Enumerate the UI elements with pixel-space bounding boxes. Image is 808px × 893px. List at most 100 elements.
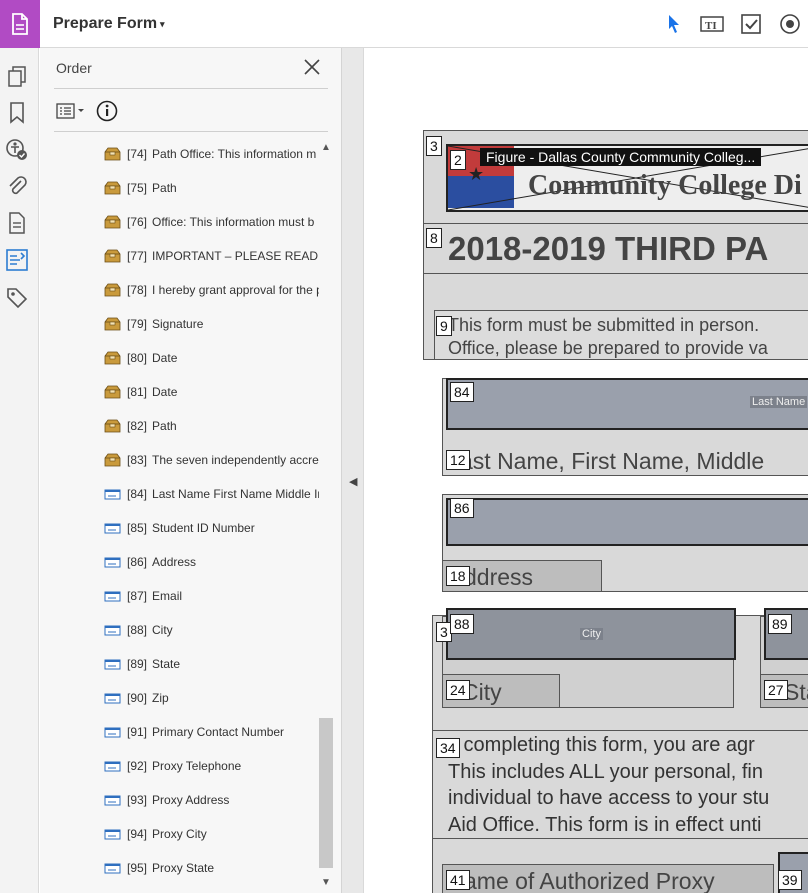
page-thumbnails-icon[interactable] xyxy=(5,65,29,89)
order-list-item[interactable]: [82] Path xyxy=(104,416,319,436)
checkbox-tool-icon[interactable] xyxy=(739,12,763,36)
tag-number[interactable]: 3 xyxy=(426,136,442,156)
form-field-icon xyxy=(104,861,121,875)
tag-number[interactable]: 41 xyxy=(446,870,470,890)
order-list-item[interactable]: [91] Primary Contact Number xyxy=(104,722,319,742)
scroll-down-icon[interactable]: ▼ xyxy=(321,877,331,888)
order-list-item-label: Date xyxy=(152,385,178,399)
tag-container-icon xyxy=(104,181,121,195)
order-list-item[interactable]: [90] Zip xyxy=(104,688,319,708)
order-list-item[interactable]: [75] Path xyxy=(104,178,319,198)
intro-line-1: This form must be submitted in person. xyxy=(448,315,760,335)
panel-title: Order xyxy=(56,60,92,76)
accessibility-check-icon[interactable] xyxy=(5,138,29,162)
tag-number[interactable]: 2 xyxy=(450,150,466,170)
tag-container-icon xyxy=(104,453,121,467)
tool-title: Prepare Form xyxy=(53,15,158,32)
tag-container-icon xyxy=(104,283,121,297)
order-list-item[interactable]: [84] Last Name First Name Middle In xyxy=(104,484,319,504)
panel-options xyxy=(56,100,118,127)
order-list-item-label: Office: This information must b xyxy=(152,215,315,229)
order-list-item-label: Date xyxy=(152,351,178,365)
tool-title-dropdown[interactable]: Prepare Form ▾ xyxy=(53,15,165,33)
form-field-icon xyxy=(104,725,121,739)
info-icon[interactable] xyxy=(96,100,118,127)
order-list-item[interactable]: [95] Proxy State xyxy=(104,858,319,878)
order-list-item-index: [84] xyxy=(127,487,148,501)
options-menu-icon[interactable] xyxy=(56,103,86,124)
select-pointer-icon[interactable] xyxy=(662,12,686,36)
order-list-item-index: [89] xyxy=(127,657,148,671)
tag-number[interactable]: 39 xyxy=(778,870,802,890)
order-panel: Order [74] Path Office: This information … xyxy=(40,48,342,893)
order-list: [74] Path Office: This information m [75] P… xyxy=(40,136,320,893)
tag-number[interactable]: 24 xyxy=(446,680,470,700)
tag-number[interactable]: 12 xyxy=(446,450,470,470)
order-list-item[interactable]: [87] Email xyxy=(104,586,319,606)
content-icon[interactable] xyxy=(5,211,29,235)
order-list-item-index: [82] xyxy=(127,419,148,433)
prepare-form-tool-icon[interactable] xyxy=(0,0,40,48)
order-list-item[interactable]: [86] Address xyxy=(104,552,319,572)
scrollbar-thumb[interactable] xyxy=(319,718,333,868)
order-list-item[interactable]: [89] State xyxy=(104,654,319,674)
order-list-item[interactable]: [92] Proxy Telephone xyxy=(104,756,319,776)
divider xyxy=(54,131,328,132)
order-list-item-label: The seven independently accrec xyxy=(152,453,319,467)
last-name-field[interactable]: Last Name xyxy=(446,378,808,430)
order-list-item[interactable]: [81] Date xyxy=(104,382,319,402)
order-list-item-label: Path xyxy=(152,181,177,195)
order-list-item[interactable]: [83] The seven independently accrec xyxy=(104,450,319,470)
chevron-left-icon[interactable]: ◀ xyxy=(349,475,357,488)
order-list-item[interactable]: [93] Proxy Address xyxy=(104,790,319,810)
text-field-icon[interactable]: TI xyxy=(700,12,724,36)
scrollbar[interactable]: ▲ ▼ xyxy=(319,142,335,893)
order-list-item[interactable]: [85] Student ID Number xyxy=(104,518,319,538)
address-field[interactable] xyxy=(446,498,808,546)
scroll-up-icon[interactable]: ▲ xyxy=(321,142,331,153)
order-list-item[interactable]: [78] I hereby grant approval for the p xyxy=(104,280,319,300)
tag-container-icon xyxy=(104,351,121,365)
tag-number[interactable]: 8 xyxy=(426,228,442,248)
order-panel-icon[interactable] xyxy=(5,248,29,272)
order-list-item-index: [88] xyxy=(127,623,148,637)
city-field[interactable]: City xyxy=(446,608,736,660)
tag-container-icon xyxy=(104,419,121,433)
form-field-icon xyxy=(104,623,121,637)
order-list-item-label: Zip xyxy=(152,691,169,705)
order-list-item[interactable]: [77] IMPORTANT – PLEASE READ BEI xyxy=(104,246,319,266)
tag-number[interactable]: 27 xyxy=(764,680,788,700)
tag-number[interactable]: 86 xyxy=(450,498,474,518)
tag-container-icon xyxy=(104,317,121,331)
bookmark-icon[interactable] xyxy=(5,101,29,125)
radio-button-tool-icon[interactable] xyxy=(778,12,802,36)
order-list-item-index: [91] xyxy=(127,725,148,739)
tag-number[interactable]: 9 xyxy=(436,316,452,336)
order-list-item-label: City xyxy=(152,623,173,637)
order-list-item[interactable]: [94] Proxy City xyxy=(104,824,319,844)
tag-number[interactable]: 89 xyxy=(768,614,792,634)
tags-icon[interactable] xyxy=(5,286,29,310)
tag-number[interactable]: 84 xyxy=(450,382,474,402)
order-list-item[interactable]: [76] Office: This information must b xyxy=(104,212,319,232)
form-field-icon xyxy=(104,691,121,705)
left-navigation-rail xyxy=(0,48,39,893)
tag-number[interactable]: 88 xyxy=(450,614,474,634)
order-list-item-label: IMPORTANT – PLEASE READ BEI xyxy=(152,249,319,263)
order-list-item-label: Proxy Address xyxy=(152,793,230,807)
tag-number[interactable]: 18 xyxy=(446,566,470,586)
close-icon[interactable] xyxy=(302,57,322,77)
panel-collapse-strip[interactable]: ◀ xyxy=(342,48,364,893)
order-list-item[interactable]: [74] Path Office: This information m xyxy=(104,144,319,164)
order-list-item-index: [92] xyxy=(127,759,148,773)
attachment-icon[interactable] xyxy=(5,174,29,198)
logo-text: Community College Di xyxy=(528,170,802,201)
order-list-item[interactable]: [80] Date xyxy=(104,348,319,368)
document-view: ★ Community College Di Figure - Dallas C… xyxy=(364,48,808,893)
order-list-item[interactable]: [79] Signature xyxy=(104,314,319,334)
tag-container-icon xyxy=(104,249,121,263)
order-list-item[interactable]: [88] City xyxy=(104,620,319,640)
order-list-item-index: [83] xyxy=(127,453,148,467)
tag-number[interactable]: 34 xyxy=(436,738,460,758)
svg-text:TI: TI xyxy=(705,20,717,32)
